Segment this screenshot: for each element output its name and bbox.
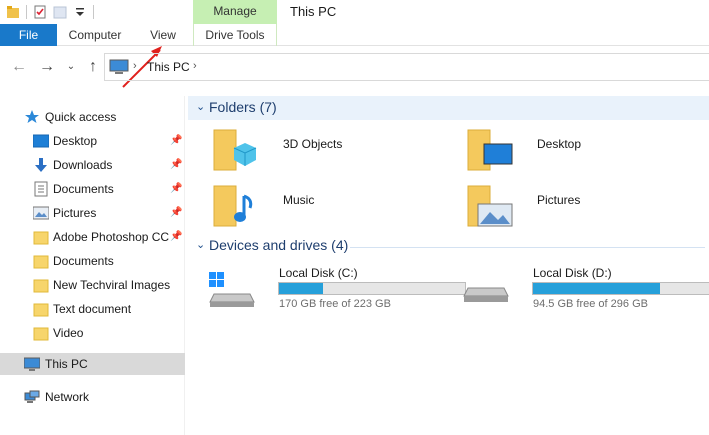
folder-icon [33,301,49,317]
forward-arrow-icon[interactable]: → [38,58,56,76]
drive-tile-c[interactable]: Local Disk (C:) 170 GB free of 223 GB [208,264,466,314]
this-pc-icon [109,59,129,78]
pictures-folder-icon [466,182,514,230]
sidebar-item-quick-access[interactable]: Quick access [0,106,185,128]
sidebar-item-label: Video [53,326,84,340]
pin-icon[interactable]: 📌 [170,207,182,218]
qat-separator [26,5,27,19]
drive-usage-fill [279,283,324,294]
drive-usage-bar [278,282,466,295]
breadcrumb-this-pc[interactable]: This PC [147,60,190,74]
address-bar[interactable]: › This PC › [104,53,709,81]
file-view: ⌄ Folders (7) 3D Objects Desktop Music P… [188,94,709,435]
pin-icon[interactable]: 📌 [170,183,182,194]
drive-usage-fill [533,283,660,294]
sidebar-item-downloads[interactable]: Downloads 📌 [0,154,185,176]
folder-icon [33,277,49,293]
folder-tile-music[interactable]: Music [212,182,452,232]
this-pc-icon [23,356,41,372]
sidebar-item-label: Pictures [53,206,97,220]
pin-icon[interactable]: 📌 [170,135,182,146]
ribbon-tabs: File Computer View Drive Tools [0,24,709,46]
star-icon [24,109,40,125]
navigation-pane: Quick access Desktop 📌 Downloads 📌 Docum… [0,96,185,435]
desktop-folder-icon [466,126,514,174]
properties-icon[interactable] [33,5,47,19]
sidebar-item-label: Text document [53,302,132,316]
sidebar-item-label: Downloads [53,158,113,172]
sidebar-item-desktop[interactable]: Desktop 📌 [0,130,185,152]
group-divider [350,247,705,248]
network-icon [24,389,40,405]
drive-free-space: 94.5 GB free of 296 GB [533,298,648,310]
back-arrow-icon[interactable]: ← [10,58,28,76]
sidebar-item-text-document[interactable]: Text document [0,298,185,320]
sidebar-item-label: Adobe Photoshop CC [53,230,170,244]
sidebar-item-documents[interactable]: Documents 📌 [0,178,185,200]
sidebar-item-label: Desktop [53,134,98,148]
documents-icon [33,181,49,197]
sidebar-item-adobe-photoshop[interactable]: Adobe Photoshop CC 📌 [0,226,185,248]
folder-icon [33,253,49,269]
sidebar-item-label: Documents [53,254,114,268]
folder-tile-pictures[interactable]: Pictures [466,182,706,232]
sidebar-item-pictures[interactable]: Pictures 📌 [0,202,185,224]
title-bar: Manage This PC [0,0,709,24]
up-arrow-icon[interactable]: ↑ [84,58,102,76]
hard-drive-icon [462,268,510,308]
folder-label: 3D Objects [283,137,343,151]
pictures-icon [32,205,50,221]
drive-usage-bar [532,282,709,295]
manage-context-label[interactable]: Manage [193,0,277,24]
sidebar-item-network[interactable]: Network [0,386,185,408]
group-title: Folders (7) [209,99,277,115]
drive-name: Local Disk (D:) [533,266,612,280]
drives-group-header[interactable]: ⌄ Devices and drives (4) [188,234,709,258]
group-title: Devices and drives (4) [209,237,349,253]
recent-locations-chevron-icon[interactable]: ⌄ [64,58,78,76]
customize-qat-icon[interactable] [73,5,87,19]
pin-icon[interactable]: 📌 [170,159,182,170]
folder-icon [33,325,49,341]
sidebar-item-label: Documents [53,182,114,196]
breadcrumb-chevron-icon[interactable]: › [133,60,137,72]
collapse-chevron-icon[interactable]: ⌄ [196,238,205,251]
drive-free-space: 170 GB free of 223 GB [279,298,391,310]
windows-drive-icon [208,268,256,308]
sidebar-item-this-pc[interactable]: This PC [0,353,185,375]
new-folder-icon[interactable] [53,5,67,19]
navigation-bar: ← → ⌄ ↑ › This PC › [0,50,709,84]
qat-separator [93,5,94,19]
collapse-chevron-icon[interactable]: ⌄ [196,100,205,113]
sidebar-item-label: This PC [45,357,88,371]
folder-tile-desktop[interactable]: Desktop [466,126,706,176]
drive-tile-d[interactable]: Local Disk (D:) 94.5 GB free of 296 GB [462,264,709,314]
breadcrumb-chevron-icon[interactable]: › [193,60,197,72]
folders-group-header[interactable]: ⌄ Folders (7) [188,96,709,120]
tab-file[interactable]: File [0,24,57,46]
tab-drive-tools[interactable]: Drive Tools [193,24,277,46]
desktop-icon [32,133,50,149]
sidebar-item-documents-folder[interactable]: Documents [0,250,185,272]
download-icon [33,157,49,173]
quick-access-toolbar [6,4,94,20]
folder-label: Music [283,193,315,207]
folder-label: Pictures [537,193,581,207]
folder-label: Desktop [537,137,582,151]
sidebar-item-label: Quick access [45,110,117,124]
sidebar-item-label: New Techviral Images [53,278,171,292]
window-title: This PC [290,4,337,19]
3d-objects-folder-icon [212,126,260,174]
folder-icon [33,229,49,245]
sidebar-item-video[interactable]: Video [0,322,185,344]
drive-name: Local Disk (C:) [279,266,358,280]
folder-tile-3d-objects[interactable]: 3D Objects [212,126,452,176]
pin-icon[interactable]: 📌 [170,231,182,242]
sidebar-item-label: Network [45,390,90,404]
sidebar-item-techviral-images[interactable]: New Techviral Images [0,274,185,296]
music-folder-icon [212,182,260,230]
explorer-icon[interactable] [6,5,20,19]
